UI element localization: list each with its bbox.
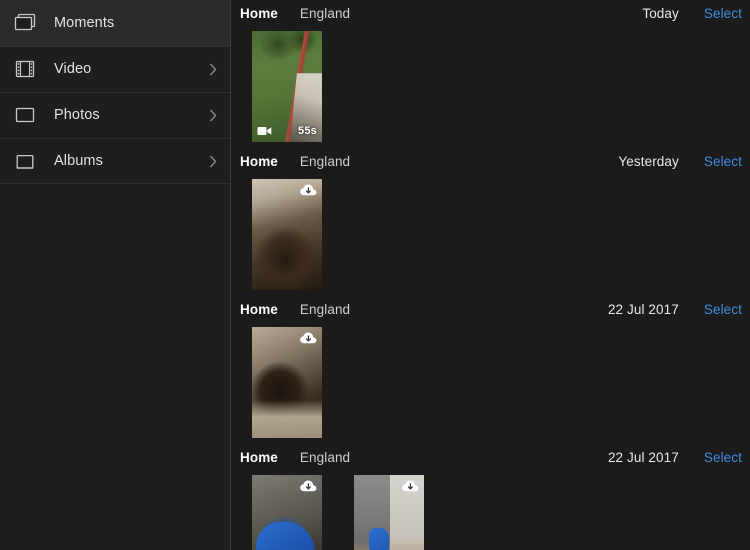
moment-place[interactable]: Home [240,302,278,317]
icloud-download-icon[interactable] [299,331,318,345]
sidebar-item-moments[interactable]: Moments [0,0,230,46]
moment-place[interactable]: Home [240,450,278,465]
thumbnail-detail [369,528,389,550]
select-button[interactable]: Select [704,6,742,21]
thumbnail-row [231,471,750,550]
moment-region[interactable]: England [300,6,350,21]
icloud-download-icon[interactable] [299,479,318,493]
icloud-download-icon[interactable] [299,183,318,197]
media-thumbnail[interactable] [252,475,322,550]
video-badge: 55s [257,124,317,138]
moment-section: Home England Yesterday Select [231,148,750,296]
media-thumbnail[interactable] [354,475,424,550]
thumbnail-row [231,175,750,296]
chevron-right-icon [208,62,218,76]
moment-date: 22 Jul 2017 [607,302,679,317]
sidebar-item-label: Moments [54,15,115,31]
moment-section: Home England Today Select 55s [231,0,750,148]
select-button[interactable]: Select [704,450,742,465]
thumbnail-row [231,323,750,444]
chevron-right-icon [208,108,218,122]
sidebar-item-photos[interactable]: Photos [0,92,230,138]
select-button[interactable]: Select [704,154,742,169]
sidebar-item-video[interactable]: Video [0,46,230,92]
chevron-right-icon [208,154,218,168]
sidebar-item-label: Albums [54,153,103,169]
moment-date: 22 Jul 2017 [607,450,679,465]
moments-list: Home England Today Select 55s Home Engla… [231,0,750,550]
sidebar-item-albums[interactable]: Albums [0,138,230,184]
moment-header: Home England Yesterday Select [231,148,750,175]
video-camera-icon [257,126,272,136]
sidebar-nav-list: Moments Video Photos Albums [0,0,230,184]
select-button[interactable]: Select [704,302,742,317]
moment-header: Home England Today Select [231,0,750,27]
media-thumbnail[interactable] [252,327,322,438]
moment-place[interactable]: Home [240,6,278,21]
album-folder-icon [12,148,38,174]
thumbnail-row: 55s [231,27,750,148]
video-duration: 55s [298,125,317,137]
moment-section: Home England 22 Jul 2017 Select [231,296,750,444]
moment-header: Home England 22 Jul 2017 Select [231,296,750,323]
moment-region[interactable]: England [300,450,350,465]
media-thumbnail[interactable]: 55s [252,31,322,142]
moment-date: Today [642,6,679,21]
moment-region[interactable]: England [300,154,350,169]
photos-app-window: Moments Video Photos Albums Home England… [0,0,750,550]
sidebar-item-label: Photos [54,107,100,123]
moments-stack-icon [12,10,38,36]
media-thumbnail[interactable] [252,179,322,290]
icloud-download-icon[interactable] [401,479,420,493]
moment-date: Yesterday [618,154,679,169]
sidebar: Moments Video Photos Albums [0,0,231,550]
film-strip-icon [12,56,38,82]
photo-frame-icon [12,102,38,128]
sidebar-item-label: Video [54,61,92,77]
moment-region[interactable]: England [300,302,350,317]
moment-header: Home England 22 Jul 2017 Select [231,444,750,471]
moment-section: Home England 22 Jul 2017 Select [231,444,750,550]
moment-place[interactable]: Home [240,154,278,169]
